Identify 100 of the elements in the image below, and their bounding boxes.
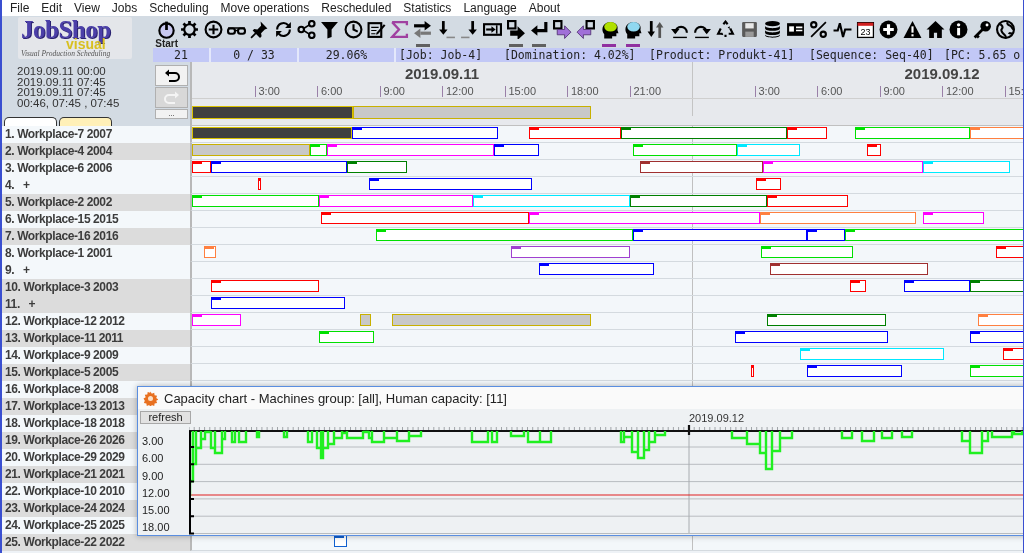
- globe-icon[interactable]: [995, 20, 1015, 39]
- refresh-icon[interactable]: [273, 20, 293, 39]
- gear-icon[interactable]: [180, 20, 200, 39]
- plus-circle-icon[interactable]: [203, 20, 223, 39]
- gantt-bar[interactable]: [629, 195, 767, 207]
- gantt-bar[interactable]: [995, 246, 1023, 258]
- row-label: 8. Workplace-1 2001: [2, 245, 190, 262]
- gantt-bar[interactable]: [539, 263, 654, 275]
- gantt-bar[interactable]: [969, 280, 1023, 292]
- axis-label: 3.00: [141, 434, 165, 449]
- up-down-arrows-icon[interactable]: [646, 20, 666, 39]
- menu-item[interactable]: File: [9, 0, 31, 16]
- database-icon[interactable]: [762, 20, 782, 39]
- power-icon: [157, 20, 177, 39]
- arrow-right-icon[interactable]: [506, 20, 526, 39]
- pin-icon[interactable]: [250, 20, 270, 39]
- edit-icon[interactable]: [366, 20, 386, 39]
- row-label: 1. Workplace-7 2007: [2, 126, 190, 143]
- tab[interactable]: [4, 117, 57, 126]
- nodes-icon[interactable]: [296, 20, 316, 39]
- gantt-bar[interactable]: [211, 297, 345, 309]
- gantt-bar[interactable]: [849, 280, 866, 292]
- gantt-bar[interactable]: [211, 280, 319, 292]
- gantt-bar[interactable]: [806, 365, 902, 377]
- gantt-bar[interactable]: [770, 263, 929, 275]
- sigma-icon[interactable]: [390, 20, 410, 39]
- clock-icon[interactable]: [343, 20, 363, 39]
- hour-label: 3:00: [254, 86, 280, 97]
- gantt-bar[interactable]: [806, 229, 845, 241]
- warning-icon[interactable]: [902, 20, 922, 39]
- date-label: 2019.09.11: [404, 66, 480, 82]
- filter-icon[interactable]: [320, 20, 340, 39]
- gantt-bar[interactable]: [494, 144, 540, 156]
- menu-item[interactable]: Move operations: [219, 0, 311, 16]
- menu-item[interactable]: View: [73, 0, 101, 16]
- gantt-bar[interactable]: [192, 106, 354, 119]
- date-text: 2019.09.11 07:45: [16, 76, 107, 88]
- down-arrow-icon[interactable]: [460, 20, 479, 39]
- refresh-button[interactable]: refresh: [140, 411, 191, 424]
- gantt-bar[interactable]: [903, 280, 970, 292]
- redo-icon: [163, 90, 180, 105]
- gantt-bar[interactable]: [528, 127, 621, 139]
- gantt-bar[interactable]: [766, 314, 887, 326]
- date-text: 2019.09.11 00:00: [16, 66, 107, 77]
- percent-icon[interactable]: [809, 20, 829, 39]
- gantt-bar[interactable]: [756, 178, 781, 190]
- gantt-bar[interactable]: [258, 178, 262, 190]
- gantt-bar[interactable]: [867, 144, 882, 156]
- gantt-bar[interactable]: [639, 161, 764, 173]
- gantt-bar[interactable]: [346, 161, 408, 173]
- row-label: 6. Workplace-15 2015: [2, 211, 190, 228]
- axis-label: 18.00: [141, 520, 171, 536]
- arrow-box-icon[interactable]: [483, 20, 503, 39]
- calendar-icon[interactable]: 23: [856, 20, 876, 39]
- row-label: 3. Workplace-6 2006: [2, 160, 190, 177]
- gantt-bar[interactable]: [620, 127, 788, 139]
- swap-arrows-icon[interactable]: [413, 20, 433, 39]
- more-button[interactable]: ...: [155, 109, 188, 119]
- key-icon[interactable]: [972, 20, 992, 39]
- home-icon[interactable]: [925, 20, 945, 39]
- gantt-bar[interactable]: [369, 178, 533, 190]
- tab[interactable]: [59, 117, 112, 126]
- arrow-right-icon[interactable]: [553, 20, 573, 39]
- gantt-bar[interactable]: [1002, 348, 1023, 360]
- status-field: [Domination: 4.02%]: [504, 48, 649, 62]
- menu-item[interactable]: Language: [462, 0, 518, 16]
- gantt-bar[interactable]: [735, 331, 889, 343]
- recycle-icon[interactable]: [716, 20, 736, 39]
- row-label: 25. Workplace-22 2022: [2, 534, 190, 551]
- menu-item[interactable]: Edit: [40, 0, 64, 16]
- gantt-bar[interactable]: [192, 127, 352, 139]
- gantt-bar[interactable]: [766, 195, 849, 207]
- menu-item[interactable]: About: [527, 0, 562, 16]
- menu-item[interactable]: Statistics: [402, 0, 453, 16]
- start-button[interactable]: Start: [155, 16, 179, 49]
- info-icon[interactable]: [949, 20, 969, 39]
- gantt-bar[interactable]: [969, 331, 1023, 343]
- id-card-icon[interactable]: [786, 20, 806, 39]
- menu-item[interactable]: Jobs: [110, 0, 139, 16]
- plus-circle-icon[interactable]: [879, 20, 899, 39]
- save-icon[interactable]: [739, 20, 759, 39]
- pulse-icon[interactable]: [832, 20, 852, 39]
- gantt-bar[interactable]: [787, 127, 828, 139]
- gantt-bar[interactable]: [320, 212, 529, 224]
- gantt-bar[interactable]: [351, 127, 498, 139]
- head-icon[interactable]: [623, 20, 643, 39]
- row-label: 5. Workplace-2 2002: [2, 194, 190, 211]
- gantt-bar[interactable]: [211, 161, 347, 173]
- undo-button[interactable]: [155, 65, 188, 86]
- hour-label: 9:00: [379, 86, 405, 97]
- gantt-bar[interactable]: [192, 161, 212, 173]
- arrow-left-icon[interactable]: [576, 20, 596, 39]
- date-text: 00:46, 07:45 , 07:45: [16, 97, 121, 109]
- menu-item[interactable]: Scheduling: [148, 0, 210, 16]
- gantt-bar[interactable]: [750, 365, 755, 377]
- menu-item[interactable]: Rescheduled: [320, 0, 393, 16]
- gantt-bar[interactable]: [511, 246, 630, 258]
- gantt-bar[interactable]: [633, 229, 807, 241]
- row-label: 10. Workplace-3 2003: [2, 279, 190, 296]
- date-label: 2019.09.12: [689, 413, 745, 424]
